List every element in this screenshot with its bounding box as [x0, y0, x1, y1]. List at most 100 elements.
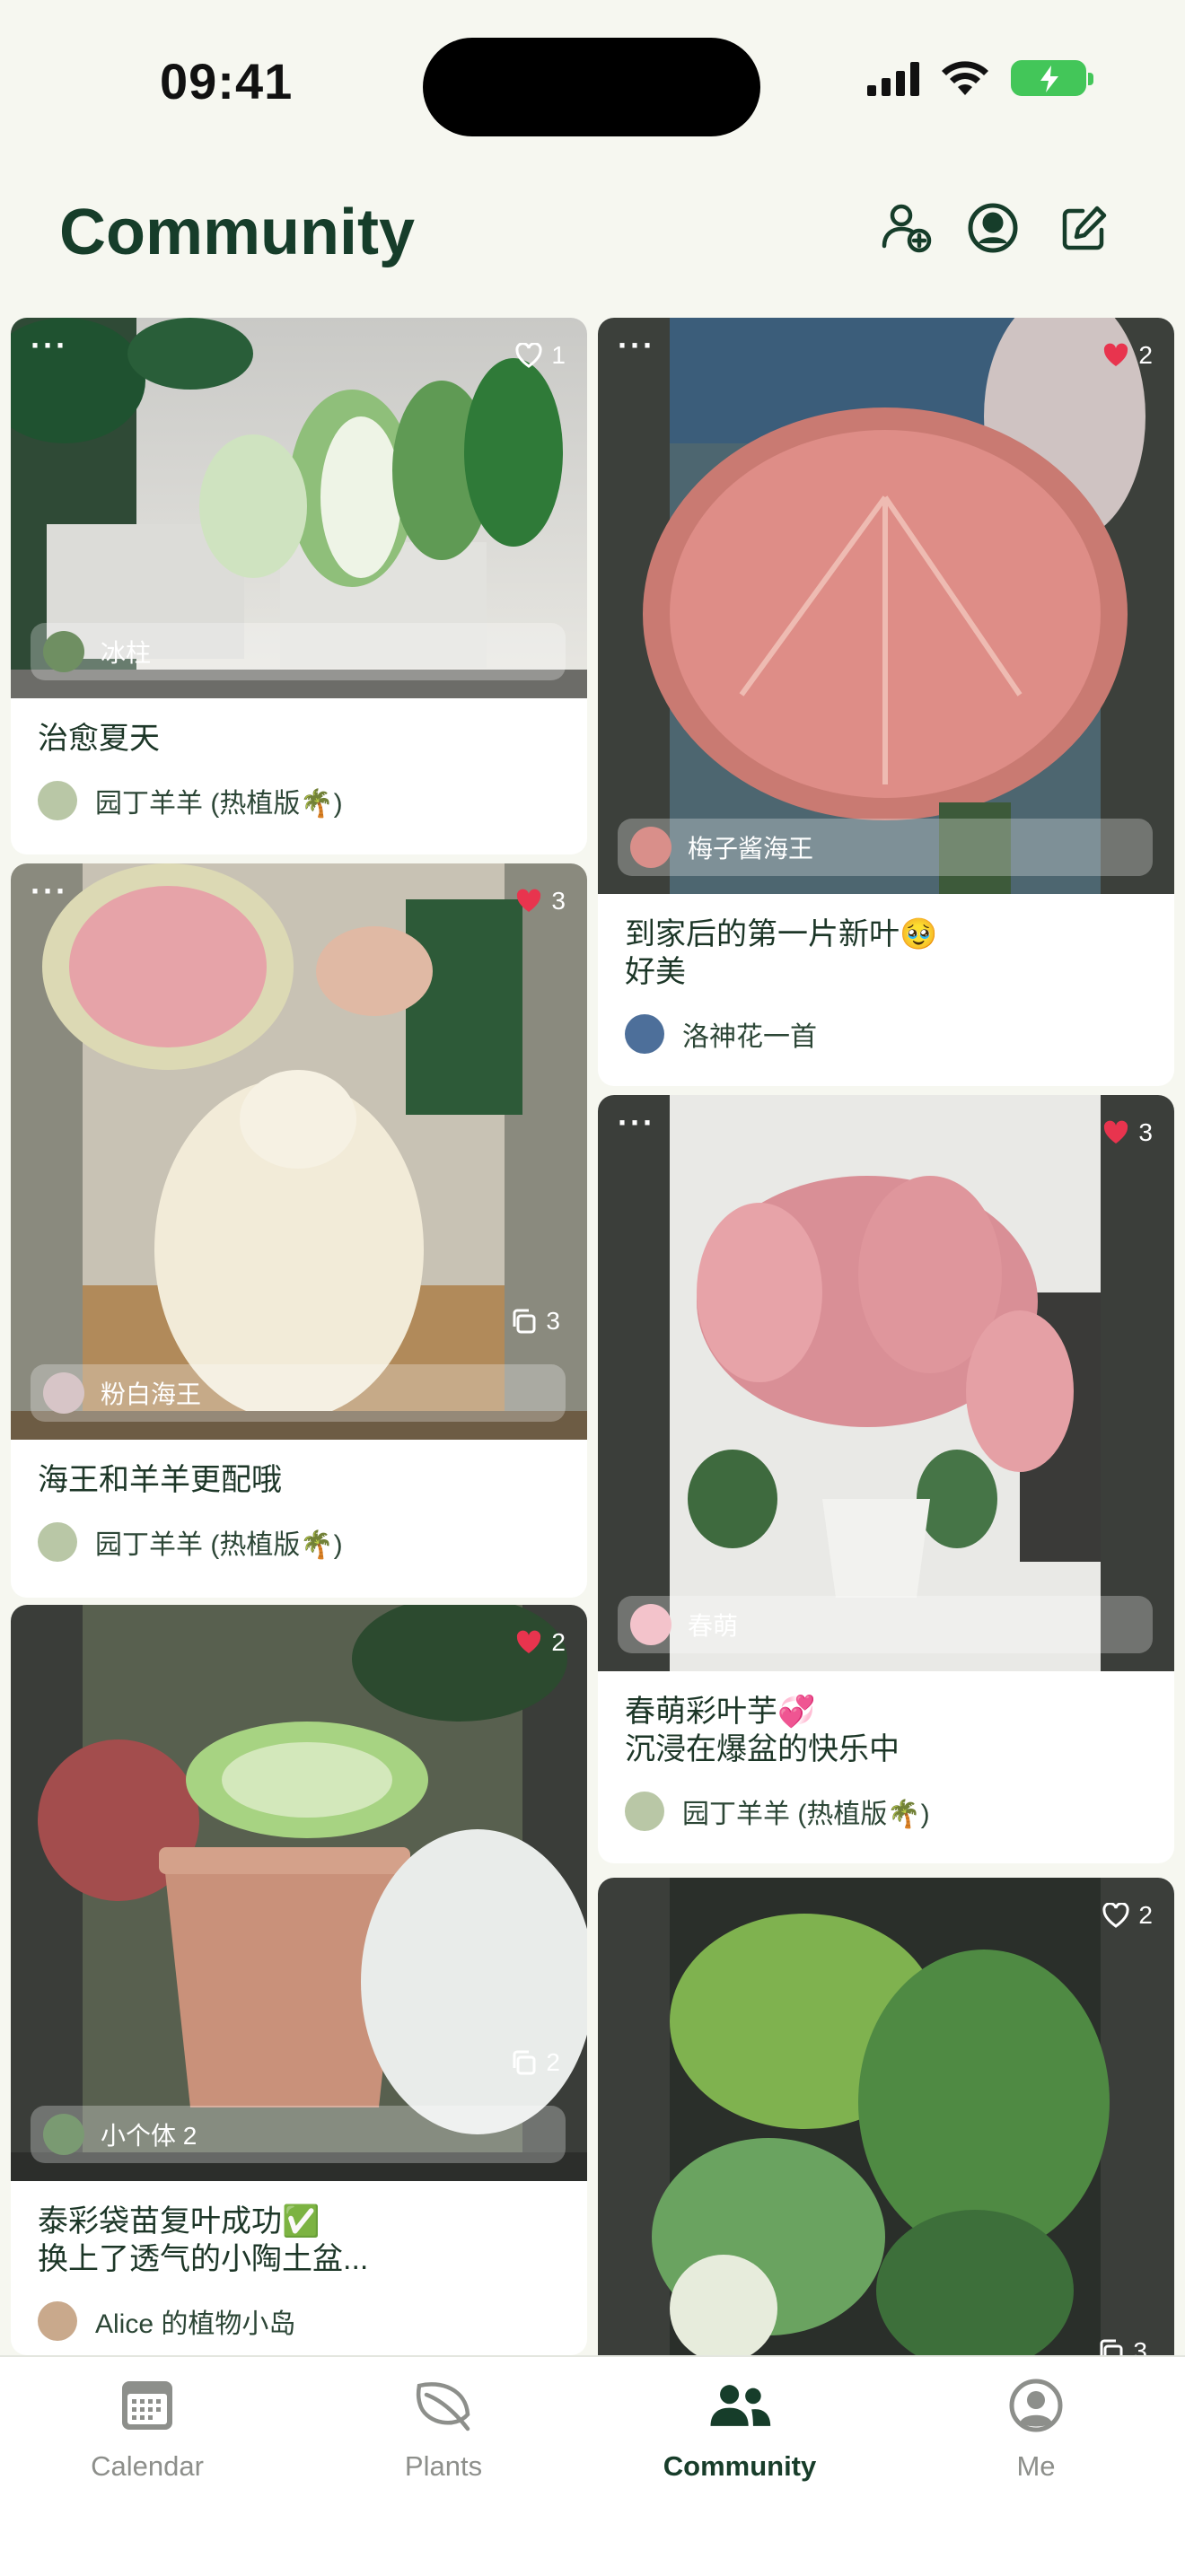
plant-tag-label: 小个体 2 — [101, 2122, 198, 2150]
post-card[interactable]: 2 2 小个体 2 泰彩袋苗复叶成功✅ 换上了透气的小陶土盆... Alice … — [11, 1605, 587, 2355]
multiple-photos-icon — [513, 1309, 536, 1334]
add-friend-button[interactable] — [878, 199, 935, 257]
photo-count: 2 — [510, 2048, 560, 2077]
like-button[interactable]: 2 — [515, 1628, 566, 1657]
tab-label: Calendar — [91, 2450, 204, 2482]
tab-label: Plants — [404, 2450, 483, 2482]
person-circle-icon — [1009, 2379, 1063, 2432]
post-card[interactable]: ··· 3 3 粉白海王 海王和羊羊更配哦 园丁羊羊 (热植版🌴) — [11, 863, 587, 1598]
plant-tag[interactable]: 冰柱 — [31, 623, 566, 680]
post-photo[interactable]: 2 3 — [598, 1878, 1174, 2355]
battery-charging-icon — [1011, 60, 1093, 96]
like-count: 3 — [551, 887, 566, 915]
leaf-icon — [416, 2382, 470, 2431]
post-image — [598, 318, 1174, 894]
avatar — [38, 781, 77, 820]
avatar — [625, 1792, 664, 1831]
tab-label: Me — [1016, 2450, 1056, 2482]
post-author[interactable]: 园丁羊羊 (热植版🌴) — [38, 781, 560, 820]
post-caption: 治愈夏天 — [38, 722, 160, 756]
like-button[interactable]: 2 — [1102, 1901, 1153, 1930]
tab-calendar[interactable]: Calendar — [48, 2373, 246, 2483]
heart-filled-icon — [1104, 1120, 1128, 1143]
author-name: 园丁羊羊 (热植版🌴) — [95, 1530, 343, 1560]
plant-tag[interactable]: 粉白海王 — [31, 1364, 566, 1422]
heart-filled-icon — [517, 889, 541, 912]
post-photo[interactable]: ··· 2 梅子酱海王 — [598, 318, 1174, 894]
post-author[interactable]: 洛神花一首 — [625, 1014, 1147, 1054]
author-name: Alice 的植物小岛 — [95, 2309, 296, 2339]
post-caption: 海王和羊羊更配哦 — [38, 1463, 282, 1497]
post-caption: 泰彩袋苗复叶成功✅ 换上了透气的小陶土盆... — [38, 2204, 369, 2276]
more-options-button[interactable]: ··· — [618, 1104, 655, 1142]
post-image — [598, 1095, 1174, 1671]
cellular-signal-icon — [867, 60, 919, 96]
more-options-button[interactable]: ··· — [31, 872, 68, 910]
photo-count-value: 3 — [1133, 2337, 1147, 2355]
post-image — [11, 863, 587, 1440]
people-icon — [710, 2385, 771, 2426]
tab-bar: Calendar Plants Community Me — [0, 2355, 1185, 2576]
avatar — [38, 1522, 77, 1562]
like-count: 2 — [1138, 1901, 1153, 1929]
post-caption: 春萌彩叶芋💞 沉浸在爆盆的快乐中 — [625, 1695, 900, 1766]
calendar-icon — [122, 2381, 172, 2430]
post-author[interactable]: 园丁羊羊 (热植版🌴) — [38, 1522, 560, 1562]
photo-count: 3 — [1097, 2337, 1147, 2355]
like-count: 2 — [551, 1628, 566, 1656]
page-header: Community — [0, 180, 1185, 287]
wifi-icon — [942, 61, 988, 95]
like-count: 1 — [551, 341, 566, 369]
more-options-button[interactable]: ··· — [618, 327, 655, 364]
person-add-icon — [882, 204, 932, 253]
plant-avatar — [43, 1372, 84, 1414]
author-name: 园丁羊羊 (热植版🌴) — [682, 1800, 930, 1829]
photo-count: 3 — [510, 1307, 560, 1336]
post-author[interactable]: 园丁羊羊 (热植版🌴) — [625, 1792, 1147, 1831]
heart-filled-icon — [517, 1630, 541, 1653]
plant-tag-label: 冰柱 — [101, 639, 152, 667]
tab-me[interactable]: Me — [937, 2373, 1135, 2483]
tab-community[interactable]: Community — [641, 2373, 838, 2483]
like-button[interactable]: 2 — [1102, 341, 1153, 370]
compose-post-button[interactable] — [1056, 199, 1113, 257]
post-photo[interactable]: ··· 3 春萌 — [598, 1095, 1174, 1671]
multiple-photos-icon — [513, 2050, 536, 2075]
like-button[interactable]: 1 — [515, 341, 566, 370]
like-button[interactable]: 3 — [1102, 1118, 1153, 1147]
page-title: Community — [59, 197, 415, 268]
like-count: 3 — [1138, 1118, 1153, 1146]
avatar — [38, 2301, 77, 2341]
plant-tag-label: 粉白海王 — [101, 1380, 202, 1408]
author-name: 洛神花一首 — [682, 1022, 817, 1052]
status-icons — [867, 59, 1093, 97]
post-photo[interactable]: 2 2 小个体 2 — [11, 1605, 587, 2181]
tab-plants[interactable]: Plants — [345, 2373, 542, 2483]
post-image — [11, 1605, 587, 2181]
post-card[interactable]: ··· 3 春萌 春萌彩叶芋💞 沉浸在爆盆的快乐中 园丁羊羊 (热植版🌴) — [598, 1095, 1174, 1863]
plant-tag[interactable]: 小个体 2 — [31, 2106, 566, 2163]
plant-avatar — [630, 1604, 672, 1645]
plant-avatar — [43, 631, 84, 672]
profile-button[interactable] — [964, 199, 1022, 257]
plant-tag-label: 梅子酱海王 — [688, 835, 814, 863]
post-author[interactable]: Alice 的植物小岛 — [38, 2301, 560, 2341]
post-card[interactable]: ··· 1 冰柱 治愈夏天 园丁羊羊 (热植版🌴) — [11, 318, 587, 854]
status-bar: 09:41 — [0, 0, 1185, 153]
community-feed[interactable]: ··· 1 冰柱 治愈夏天 园丁羊羊 (热植版🌴) ··· 3 3 粉白海王 海… — [0, 316, 1185, 2355]
post-caption: 到家后的第一片新叶🥹 好美 — [625, 917, 938, 989]
like-button[interactable]: 3 — [515, 887, 566, 916]
tab-label: Community — [663, 2450, 817, 2482]
heart-outline-icon — [515, 343, 542, 368]
compose-icon — [1062, 206, 1107, 250]
photo-count-value: 3 — [546, 1307, 560, 1335]
more-options-button[interactable]: ··· — [31, 327, 68, 364]
plant-tag[interactable]: 春萌 — [618, 1596, 1153, 1653]
post-card[interactable]: 2 3 — [598, 1878, 1174, 2355]
post-card[interactable]: ··· 2 梅子酱海王 到家后的第一片新叶🥹 好美 洛神花一首 — [598, 318, 1174, 1086]
post-photo[interactable]: ··· 3 3 粉白海王 — [11, 863, 587, 1440]
status-time: 09:41 — [160, 53, 294, 110]
plant-tag[interactable]: 梅子酱海王 — [618, 819, 1153, 876]
post-photo[interactable]: ··· 1 冰柱 — [11, 318, 587, 698]
heart-filled-icon — [1104, 343, 1128, 366]
